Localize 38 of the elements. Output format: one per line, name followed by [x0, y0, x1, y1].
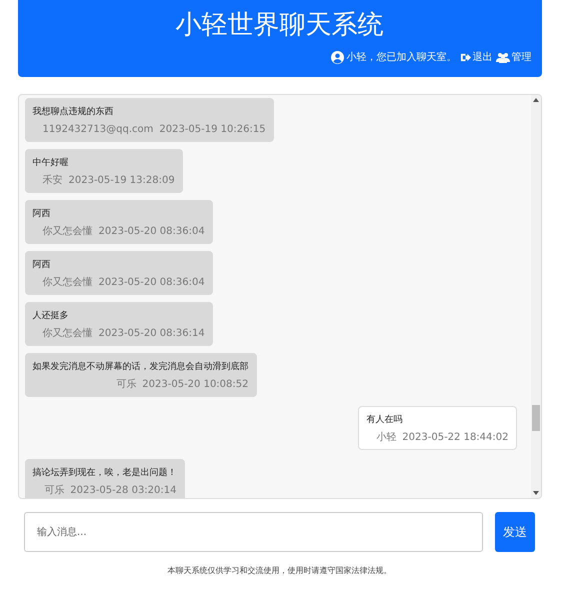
message-time: 2023-05-22 18:44:02	[402, 431, 508, 444]
message-text: 搞论坛弄到现在，唉，老是出问题！	[32, 467, 176, 479]
sender-name: 小轻	[376, 431, 396, 444]
admin-link[interactable]: 管理	[496, 50, 532, 64]
message-text: 如果发完消息不动屏幕的话，发完消息会自动滑到底部	[32, 361, 248, 373]
message-time: 2023-05-20 08:36:14	[98, 327, 205, 340]
message-time: 2023-05-20 08:36:04	[98, 276, 205, 289]
users-icon	[496, 52, 510, 62]
message-text: 阿西	[32, 208, 52, 220]
message-time: 2023-05-19 13:28:09	[68, 174, 175, 187]
message-text: 有人在吗	[366, 414, 404, 426]
scrollbar-thumb[interactable]	[532, 405, 540, 431]
scroll-up-icon[interactable]	[532, 98, 538, 102]
message-time: 2023-05-20 10:08:52	[142, 378, 248, 391]
sender-name: 禾安	[42, 174, 62, 187]
sender-name: 你又怎会懂	[42, 327, 92, 340]
message-time: 2023-05-19 10:26:15	[159, 123, 266, 136]
sender-name: 你又怎会懂	[42, 276, 92, 289]
scrollbar-track[interactable]	[530, 95, 540, 498]
sender-name: 你又怎会懂	[42, 225, 92, 238]
message-text: 我想聊点违规的东西	[32, 106, 114, 118]
message-text: 人还挺多	[32, 310, 70, 322]
message-input[interactable]: 输入消息...	[24, 512, 483, 552]
app-title: 小轻世界聊天系统	[176, 9, 384, 42]
send-button[interactable]: 发送	[495, 512, 535, 552]
sender-name: 1192432713@qq.com	[42, 123, 154, 136]
user-icon	[330, 50, 344, 64]
sender-name: 可乐	[44, 484, 64, 497]
logout-link[interactable]: 退出	[460, 50, 492, 64]
disclaimer-text: 本聊天系统仅供学习和交流使用，使用时请遵守国家法律法规。	[168, 565, 392, 576]
sender-name: 可乐	[116, 378, 136, 391]
scroll-down-icon[interactable]	[532, 491, 538, 495]
message-text: 阿西	[32, 259, 52, 271]
message-time: 2023-05-20 08:36:04	[98, 225, 205, 238]
message-time: 2023-05-28 03:20:14	[70, 484, 176, 497]
logout-icon	[460, 52, 470, 62]
welcome-text: 小轻，您已加入聊天室。	[346, 50, 456, 64]
message-text: 中午好喔	[32, 157, 70, 169]
